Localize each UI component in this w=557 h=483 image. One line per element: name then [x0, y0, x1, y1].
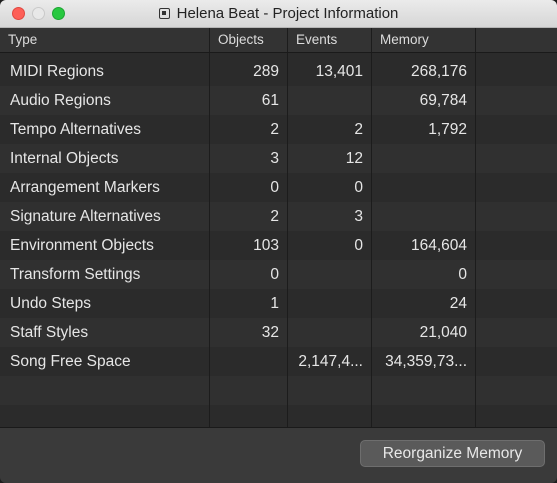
- events-cell: [288, 260, 372, 289]
- table-row[interactable]: Signature Alternatives 2 3: [0, 202, 557, 231]
- events-cell: 12: [345, 150, 363, 167]
- column-divider: [371, 53, 372, 427]
- type-cell: Transform Settings: [10, 266, 141, 283]
- events-cell: [288, 318, 372, 347]
- events-cell: 0: [354, 179, 363, 196]
- column-header-type[interactable]: Type: [0, 28, 210, 52]
- objects-cell: 1: [270, 295, 279, 312]
- memory-cell: [372, 144, 476, 173]
- objects-cell: 3: [270, 150, 279, 167]
- objects-cell: 2: [270, 208, 279, 225]
- project-information-window: Helena Beat - Project Information Type O…: [0, 0, 557, 483]
- events-cell: [288, 86, 372, 115]
- memory-cell: 21,040: [419, 324, 467, 341]
- column-divider: [475, 53, 476, 427]
- table-row[interactable]: Song Free Space 2,147,4... 34,359,73...: [0, 347, 557, 376]
- project-info-table: MIDI Regions 289 13,401 268,176 Audio Re…: [0, 53, 557, 427]
- type-cell: Signature Alternatives: [10, 208, 161, 225]
- memory-cell: 24: [449, 295, 467, 312]
- column-header-objects[interactable]: Objects: [210, 28, 288, 52]
- type-cell: Environment Objects: [10, 237, 154, 254]
- objects-cell: 2: [270, 121, 279, 138]
- objects-cell: 0: [270, 179, 279, 196]
- objects-cell: 61: [261, 92, 279, 109]
- events-cell: 13,401: [315, 63, 363, 80]
- events-cell: [288, 289, 372, 318]
- type-cell: Tempo Alternatives: [10, 121, 141, 138]
- type-cell: Staff Styles: [10, 324, 89, 341]
- table-row[interactable]: Audio Regions 61 69,784: [0, 86, 557, 115]
- table-row[interactable]: Undo Steps 1 24: [0, 289, 557, 318]
- memory-cell: 0: [458, 266, 467, 283]
- table-header: Type Objects Events Memory: [0, 28, 557, 53]
- memory-cell: 1,792: [428, 121, 467, 138]
- type-cell: Audio Regions: [10, 92, 111, 109]
- objects-cell: 0: [270, 266, 279, 283]
- window-footer: Reorganize Memory: [0, 427, 557, 483]
- column-divider: [209, 53, 210, 427]
- objects-cell: [210, 347, 288, 376]
- objects-cell: 103: [253, 237, 279, 254]
- document-icon: [158, 8, 170, 19]
- events-cell: 2: [354, 121, 363, 138]
- memory-cell: 34,359,73...: [385, 353, 467, 370]
- memory-cell: [372, 173, 476, 202]
- objects-cell: 289: [253, 63, 279, 80]
- table-row[interactable]: Arrangement Markers 0 0: [0, 173, 557, 202]
- reorganize-memory-button[interactable]: Reorganize Memory: [360, 440, 545, 467]
- memory-cell: 268,176: [410, 63, 467, 80]
- objects-cell: 32: [261, 324, 279, 341]
- table-row[interactable]: Internal Objects 3 12: [0, 144, 557, 173]
- memory-cell: 164,604: [410, 237, 467, 254]
- column-header-memory[interactable]: Memory: [372, 28, 476, 52]
- column-header-events[interactable]: Events: [288, 28, 372, 52]
- window-title-container: Helena Beat - Project Information: [0, 0, 557, 28]
- events-cell: 3: [354, 208, 363, 225]
- type-cell: Arrangement Markers: [10, 179, 160, 196]
- type-cell: Undo Steps: [10, 295, 91, 312]
- type-cell: Internal Objects: [10, 150, 119, 167]
- column-header-empty: [476, 28, 557, 52]
- memory-cell: [372, 202, 476, 231]
- empty-row: [0, 376, 557, 405]
- window-title: Helena Beat - Project Information: [176, 5, 399, 22]
- events-cell: 0: [354, 237, 363, 254]
- type-cell: Song Free Space: [10, 353, 131, 370]
- table-row[interactable]: Environment Objects 103 0 164,604: [0, 231, 557, 260]
- table-row[interactable]: Staff Styles 32 21,040: [0, 318, 557, 347]
- events-cell: 2,147,4...: [298, 353, 363, 370]
- table-row[interactable]: Transform Settings 0 0: [0, 260, 557, 289]
- type-cell: MIDI Regions: [10, 63, 104, 80]
- table-row[interactable]: MIDI Regions 289 13,401 268,176: [0, 57, 557, 86]
- table-row[interactable]: Tempo Alternatives 2 2 1,792: [0, 115, 557, 144]
- memory-cell: 69,784: [419, 92, 467, 109]
- column-divider: [287, 53, 288, 427]
- title-bar[interactable]: Helena Beat - Project Information: [0, 0, 557, 28]
